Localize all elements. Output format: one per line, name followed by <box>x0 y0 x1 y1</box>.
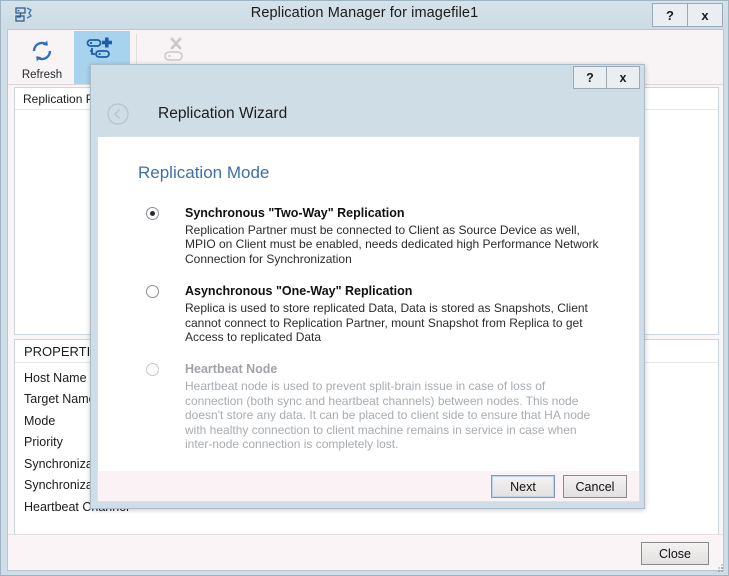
refresh-icon <box>28 31 56 68</box>
radio-heartbeat-node <box>146 363 159 377</box>
option-synchronous-two-way[interactable]: Synchronous "Two-Way" Replication Replic… <box>146 205 599 266</box>
option-description: Replication Partner must be connected to… <box>185 223 599 266</box>
resize-grip[interactable] <box>713 561 725 573</box>
option-title: Heartbeat Node <box>185 362 278 377</box>
radio-asynchronous-one-way[interactable] <box>146 285 159 299</box>
option-title: Synchronous "Two-Way" Replication <box>185 206 405 220</box>
close-window-button[interactable]: x <box>687 3 723 27</box>
next-button[interactable]: Next <box>491 475 555 498</box>
refresh-label: Refresh <box>21 69 63 81</box>
dialog-title: Replication Wizard <box>158 104 288 122</box>
option-text: Synchronous "Two-Way" Replication Replic… <box>185 205 603 266</box>
option-description: Heartbeat node is used to prevent split-… <box>185 379 591 452</box>
main-window-title: Replication Manager for imagefile1 <box>250 5 479 21</box>
add-partner-icon <box>86 31 118 68</box>
screen: Replication Manager for imagefile1 ? x R… <box>0 0 729 576</box>
page-heading: Replication Mode <box>138 163 270 182</box>
dialog-footer: Next Cancel <box>97 471 640 502</box>
main-footer: Close <box>8 534 723 570</box>
back-circle-icon[interactable] <box>106 102 130 126</box>
option-description: Replica is used to store replicated Data… <box>185 301 588 345</box>
replication-wizard-dialog: ? x Replication Wizard Replication Mode … <box>90 64 645 509</box>
main-window-controls: ? x <box>652 3 723 27</box>
refresh-button[interactable]: Refresh <box>14 31 70 84</box>
dialog-header: Replication Wizard <box>91 91 644 136</box>
remove-partner-icon <box>158 31 192 68</box>
option-title: Asynchronous "One-Way" Replication <box>185 284 413 299</box>
close-button[interactable]: Close <box>641 542 709 565</box>
option-text: Heartbeat Node Heartbeat node is used to… <box>185 361 603 451</box>
option-heartbeat-node: Heartbeat Node Heartbeat node is used to… <box>146 361 590 451</box>
replication-mode-options: Synchronous "Two-Way" Replication Replic… <box>98 205 639 451</box>
dialog-body: Replication Mode Synchronous "Two-Way" R… <box>97 136 640 473</box>
dialog-window-controls: ? x <box>573 66 640 89</box>
option-text: Asynchronous "One-Way" Replication Repli… <box>185 283 603 344</box>
help-button[interactable]: ? <box>652 3 688 27</box>
main-titlebar: Replication Manager for imagefile1 ? x <box>1 1 728 29</box>
dialog-help-button[interactable]: ? <box>573 66 607 89</box>
option-asynchronous-one-way[interactable]: Asynchronous "One-Way" Replication Repli… <box>146 283 588 344</box>
dialog-titlebar: ? x <box>91 65 644 91</box>
dialog-close-button[interactable]: x <box>606 66 640 89</box>
cancel-button[interactable]: Cancel <box>563 475 627 498</box>
radio-synchronous-two-way[interactable] <box>146 207 159 220</box>
